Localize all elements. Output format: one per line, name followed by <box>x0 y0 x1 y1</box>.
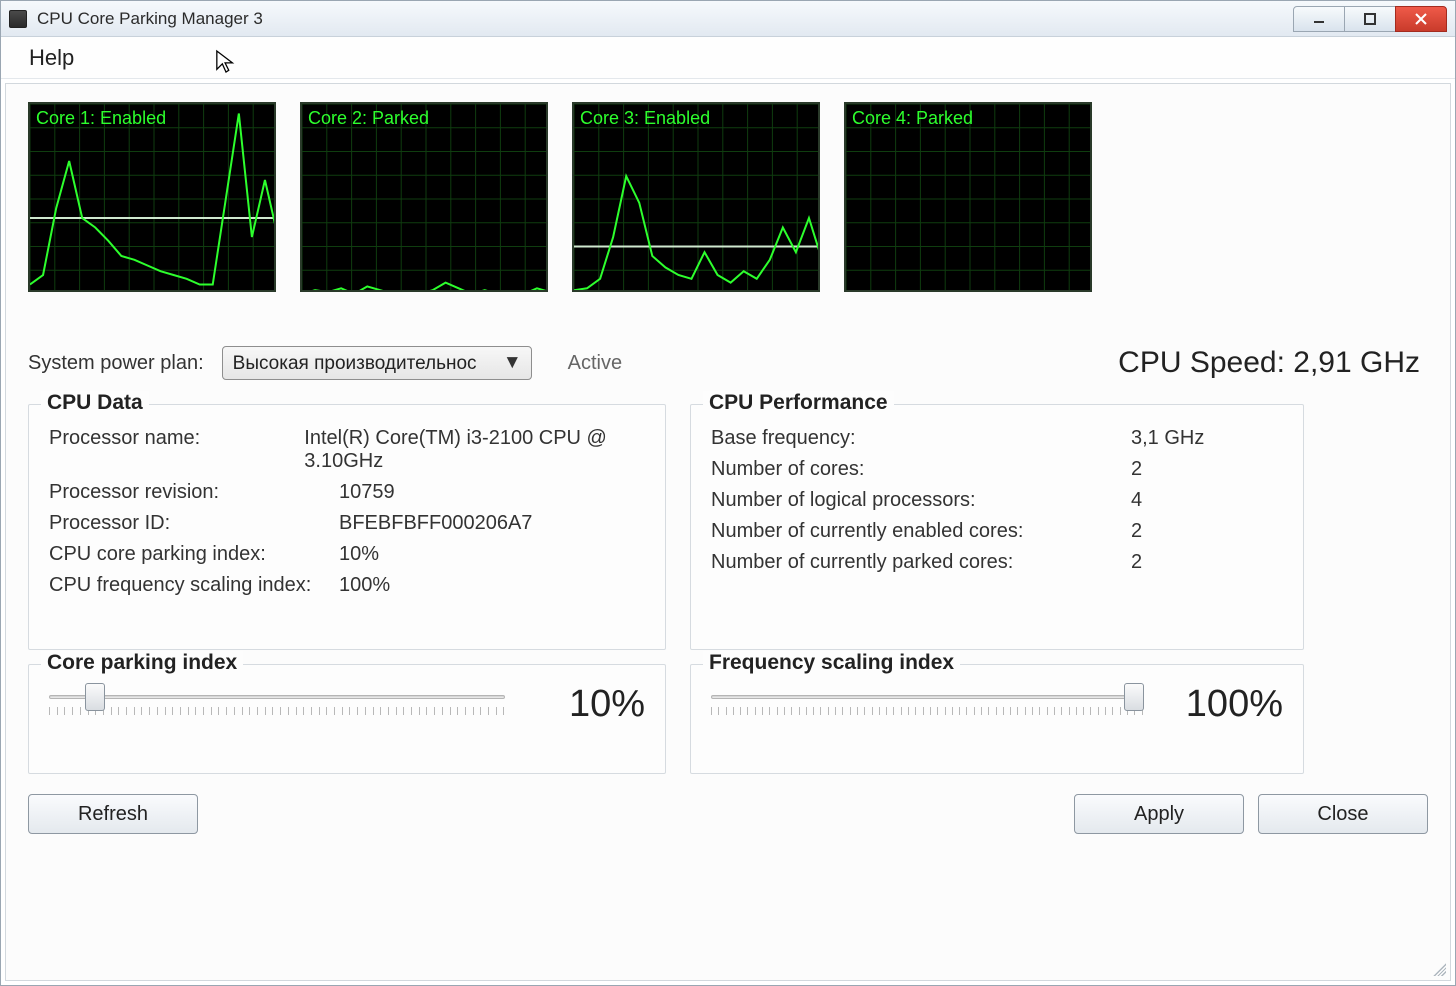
processor-revision-label: Processor revision: <box>49 481 339 504</box>
cpu-performance-group: CPU Performance Base frequency:3,1 GHz N… <box>690 404 1304 650</box>
cpu-perf-legend: CPU Performance <box>703 391 894 415</box>
num-logical-label: Number of logical processors: <box>711 489 1131 512</box>
apply-button[interactable]: Apply <box>1074 794 1244 834</box>
processor-name-label: Processor name: <box>49 427 304 473</box>
processor-revision-value: 10759 <box>339 481 395 504</box>
window-title: CPU Core Parking Manager 3 <box>37 9 1294 29</box>
menubar: Help <box>1 37 1455 79</box>
num-parked-label: Number of currently parked cores: <box>711 551 1131 574</box>
core-graph-2: Core 2: Parked <box>300 102 548 292</box>
num-enabled-label: Number of currently enabled cores: <box>711 520 1131 543</box>
cpu-data-legend: CPU Data <box>41 391 149 415</box>
window-controls <box>1294 6 1447 32</box>
num-enabled-value: 2 <box>1131 520 1142 543</box>
freq-scaling-slider-group: Frequency scaling index 100% <box>690 664 1304 774</box>
core-graph-3: Core 3: Enabled <box>572 102 820 292</box>
core-1-label: Core 1: Enabled <box>36 108 166 129</box>
num-cores-label: Number of cores: <box>711 458 1131 481</box>
base-freq-label: Base frequency: <box>711 427 1131 450</box>
freq-scaling-slider-thumb[interactable] <box>1124 683 1144 711</box>
core-parking-slider-thumb[interactable] <box>85 683 105 711</box>
refresh-button[interactable]: Refresh <box>28 794 198 834</box>
freq-scaling-value: 100% <box>339 574 390 597</box>
cursor-icon <box>215 49 237 75</box>
parking-index-label: CPU core parking index: <box>49 543 339 566</box>
core-parking-slider-value: 10% <box>525 683 645 726</box>
maximize-button[interactable] <box>1344 6 1396 32</box>
maximize-icon <box>1363 12 1377 26</box>
core-2-label: Core 2: Parked <box>308 108 429 129</box>
sliders-row: Core parking index 10% Frequency scaling… <box>28 650 1428 774</box>
processor-id-value: BFEBFBFF000206A7 <box>339 512 532 535</box>
minimize-icon <box>1312 12 1326 26</box>
freq-scaling-slider-legend: Frequency scaling index <box>703 651 960 675</box>
minimize-button[interactable] <box>1293 6 1345 32</box>
core-4-label: Core 4: Parked <box>852 108 973 129</box>
titlebar[interactable]: CPU Core Parking Manager 3 <box>1 1 1455 37</box>
close-button[interactable] <box>1395 6 1447 32</box>
cpu-data-group: CPU Data Processor name:Intel(R) Core(TM… <box>28 404 666 650</box>
base-freq-value: 3,1 GHz <box>1131 427 1204 450</box>
button-bar: Refresh Apply Close <box>28 794 1428 834</box>
core-parking-slider-legend: Core parking index <box>41 651 243 675</box>
core-parking-slider[interactable] <box>49 685 505 725</box>
core-parking-slider-group: Core parking index 10% <box>28 664 666 774</box>
num-parked-value: 2 <box>1131 551 1142 574</box>
info-groups-row: CPU Data Processor name:Intel(R) Core(TM… <box>28 404 1428 650</box>
freq-scaling-slider-value: 100% <box>1163 683 1283 726</box>
core-3-label: Core 3: Enabled <box>580 108 710 129</box>
close-icon <box>1414 12 1428 26</box>
core-graph-1: Core 1: Enabled <box>28 102 276 292</box>
resize-grip[interactable] <box>1430 960 1446 976</box>
num-cores-value: 2 <box>1131 458 1142 481</box>
power-plan-select[interactable]: Высокая производительнос <box>222 346 532 380</box>
freq-scaling-label: CPU frequency scaling index: <box>49 574 339 597</box>
client-area: Core 1: Enabled Core 2: Parked Core 3: E… <box>5 83 1451 981</box>
freq-scaling-slider[interactable] <box>711 685 1143 725</box>
num-logical-value: 4 <box>1131 489 1142 512</box>
cpu-speed-readout: CPU Speed: 2,91 GHz <box>1118 346 1420 380</box>
power-plan-label: System power plan: <box>28 352 204 375</box>
processor-name-value: Intel(R) Core(TM) i3-2100 CPU @ 3.10GHz <box>304 427 645 473</box>
menu-help[interactable]: Help <box>17 41 86 75</box>
close-app-button[interactable]: Close <box>1258 794 1428 834</box>
parking-index-value: 10% <box>339 543 379 566</box>
core-graph-4: Core 4: Parked <box>844 102 1092 292</box>
processor-id-label: Processor ID: <box>49 512 339 535</box>
app-window: CPU Core Parking Manager 3 Help Core 1: … <box>0 0 1456 986</box>
power-plan-status: Active <box>568 352 622 375</box>
app-icon <box>9 10 27 28</box>
core-graphs-row: Core 1: Enabled Core 2: Parked Core 3: E… <box>28 102 1428 292</box>
